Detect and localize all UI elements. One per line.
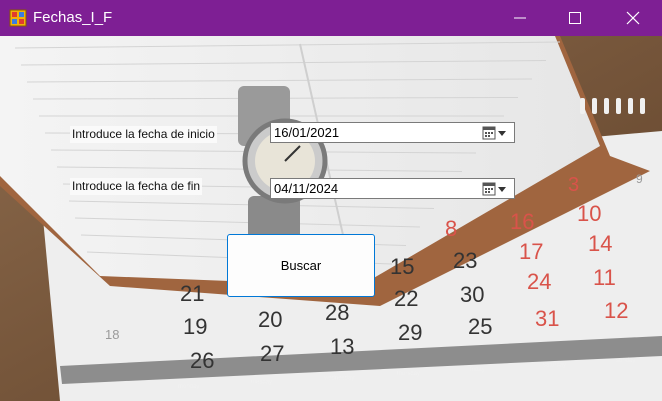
calendar-day-number: 16 xyxy=(510,209,534,234)
calendar-day-number: 14 xyxy=(588,231,612,256)
title-bar: Fechas_I_F xyxy=(0,0,662,36)
calendar-weekday-label: saturday xyxy=(543,363,566,369)
maximize-button[interactable] xyxy=(552,0,598,36)
calendar-dropdown-icon[interactable] xyxy=(482,126,508,140)
calendar-day-number: 8 xyxy=(445,216,457,241)
calendar-day-number: 31 xyxy=(535,306,559,331)
calendar-day-number: 12 xyxy=(604,298,628,323)
search-button[interactable]: Buscar xyxy=(227,234,375,297)
calendar-weekday-label: wednesday xyxy=(323,375,354,381)
calendar-day-number: 25 xyxy=(468,314,492,339)
window-title: Fechas_I_F xyxy=(33,9,113,26)
calendar-day-number: 18 xyxy=(105,327,119,342)
calendar-day-number: 11 xyxy=(593,265,616,290)
minimize-icon xyxy=(514,17,526,19)
close-button[interactable] xyxy=(610,0,656,36)
end-date-label: Introduce la fecha de fin xyxy=(70,178,203,195)
close-icon xyxy=(626,11,640,25)
form-client-area: 3 9 10 8 16 17 14 15 23 24 11 21 22 30 31 12 18 19 20 28 29 2… xyxy=(0,36,662,401)
maximize-icon xyxy=(569,12,581,24)
calendar-day-number: 17 xyxy=(519,239,543,264)
calendar-day-number: 29 xyxy=(398,320,422,345)
calendar-day-number: 27 xyxy=(260,341,284,366)
calendar-dropdown-icon[interactable] xyxy=(482,182,508,196)
calendar-weekday-label: thursday xyxy=(397,371,420,377)
calendar-and-watch-photo: 3 9 10 8 16 17 14 15 23 24 11 21 22 30 31 12 18 19 20 28 29 2… xyxy=(0,36,662,401)
calendar-day-number: 30 xyxy=(460,282,484,307)
calendar-day-number: 15 xyxy=(390,254,414,279)
calendar-day-number: 22 xyxy=(394,286,418,311)
end-date-picker[interactable]: 04/11/2024 xyxy=(270,178,515,199)
app-form-icon xyxy=(9,9,27,27)
calendar-day-number: 24 xyxy=(527,269,551,294)
calendar-day-number: 21 xyxy=(180,281,204,306)
calendar-day-number: 20 xyxy=(258,307,282,332)
calendar-weekday-label: tuesday xyxy=(251,380,272,386)
calendar-day-number: 23 xyxy=(453,248,477,273)
calendar-day-number: 28 xyxy=(325,300,349,325)
calendar-day-number: 10 xyxy=(577,201,601,226)
calendar-weekday-label: monday xyxy=(178,384,199,390)
start-date-label: Introduce la fecha de inicio xyxy=(70,126,217,143)
end-date-value: 04/11/2024 xyxy=(274,181,339,196)
calendar-weekday-label: sunday xyxy=(616,358,635,364)
calendar-day-number: 26 xyxy=(190,348,214,373)
start-date-picker[interactable]: 16/01/2021 xyxy=(270,122,515,143)
calendar-day-number: 3 xyxy=(568,174,579,196)
calendar-weekday-label: friday xyxy=(470,367,485,373)
start-date-value: 16/01/2021 xyxy=(274,125,340,140)
calendar-day-number: 9 xyxy=(636,172,643,186)
calendar-day-number: 19 xyxy=(183,314,207,339)
calendar-day-number: 13 xyxy=(330,334,354,359)
minimize-button[interactable] xyxy=(497,0,543,36)
